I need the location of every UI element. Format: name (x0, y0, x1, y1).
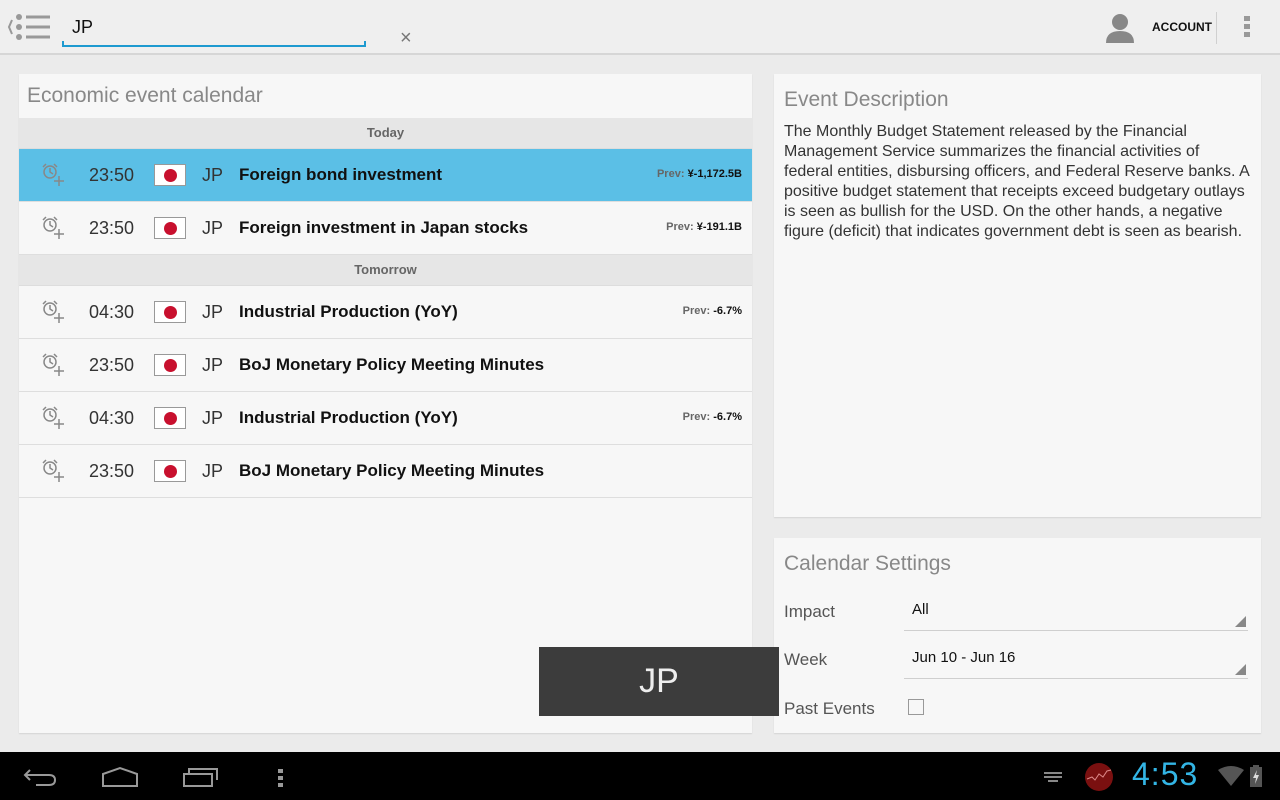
event-time: 23:50 (89, 218, 135, 238)
account-avatar-icon[interactable] (1104, 12, 1136, 44)
event-name: Foreign investment in Japan stocks (239, 218, 529, 237)
battery-charging-icon (1250, 765, 1262, 787)
prev-value: ¥-191.1B (696, 221, 742, 233)
menu-icon[interactable] (278, 769, 283, 790)
add-alarm-icon[interactable] (41, 300, 65, 329)
settings-title: Calendar Settings (784, 552, 951, 575)
prev-value: -6.7% (713, 305, 742, 317)
event-row[interactable]: 23:50 JP BoJ Monetary Policy Meeting Min… (19, 339, 752, 392)
previous-value: Prev: ¥-191.1B (666, 221, 742, 233)
prev-value: ¥-1,172.5B (687, 168, 742, 180)
event-country: JP (202, 408, 224, 428)
add-alarm-icon[interactable] (41, 406, 65, 435)
event-name: BoJ Monetary Policy Meeting Minutes (239, 355, 545, 374)
previous-value: Prev: ¥-1,172.5B (657, 168, 742, 180)
week-label: Week (784, 650, 828, 669)
event-time: 04:30 (89, 408, 135, 428)
week-spinner[interactable]: Jun 10 - Jun 16 (904, 647, 1248, 679)
event-country: JP (202, 355, 224, 375)
japan-flag-icon (154, 407, 186, 429)
app-notification-icon[interactable] (1084, 762, 1114, 792)
drawer-menu-icon[interactable] (4, 14, 50, 40)
clear-search-icon[interactable]: × (400, 28, 412, 48)
event-time: 23:50 (89, 355, 135, 375)
event-time: 23:50 (89, 461, 135, 481)
prev-value: -6.7% (713, 411, 742, 423)
impact-value: All (912, 601, 929, 618)
recent-apps-icon[interactable] (183, 768, 219, 788)
past-events-label: Past Events (784, 699, 875, 718)
clock: 4:53 (1132, 756, 1199, 792)
japan-flag-icon (154, 354, 186, 376)
add-alarm-icon[interactable] (41, 216, 65, 245)
impact-label: Impact (784, 602, 836, 621)
account-button[interactable]: ACCOUNT (1152, 20, 1212, 34)
event-country: JP (202, 461, 224, 481)
event-row[interactable]: 23:50 JP Foreign bond investment Prev: ¥… (19, 149, 752, 202)
event-country: JP (202, 165, 224, 185)
wifi-icon (1218, 766, 1244, 786)
search-input[interactable] (72, 17, 322, 38)
back-icon[interactable] (22, 767, 58, 787)
keyboard-icon[interactable] (1043, 771, 1063, 783)
event-time: 23:50 (89, 165, 135, 185)
event-country: JP (202, 218, 224, 238)
event-row[interactable]: 23:50 JP BoJ Monetary Policy Meeting Min… (19, 445, 752, 498)
event-row[interactable]: 04:30 JP Industrial Production (YoY) Pre… (19, 286, 752, 339)
section-header: Tomorrow (19, 255, 752, 286)
japan-flag-icon (154, 164, 186, 186)
system-nav-bar: 4:53 (0, 752, 1280, 800)
event-name: Foreign bond investment (239, 165, 443, 184)
week-value: Jun 10 - Jun 16 (912, 649, 1016, 666)
home-icon[interactable] (101, 766, 139, 788)
event-row[interactable]: 23:50 JP Foreign investment in Japan sto… (19, 202, 752, 255)
prev-label: Prev: (666, 221, 694, 233)
event-name: Industrial Production (YoY) (239, 302, 458, 321)
search-field[interactable]: × (62, 12, 412, 48)
calendar-panel: Economic event calendar Today 23:50 JP F… (19, 74, 752, 733)
divider (1216, 12, 1217, 44)
previous-value: Prev: -6.7% (683, 305, 742, 317)
impact-spinner[interactable]: All (904, 599, 1248, 631)
dropdown-arrow-icon (1235, 664, 1246, 675)
description-text: The Monthly Budget Statement released by… (784, 123, 1249, 240)
prev-label: Prev: (682, 305, 711, 317)
add-alarm-icon[interactable] (41, 459, 65, 488)
toast: JP (539, 647, 779, 716)
event-time: 04:30 (89, 302, 135, 322)
prev-label: Prev: (656, 168, 685, 180)
calendar-settings-panel: Calendar Settings Impact All Week Jun 10… (774, 538, 1261, 733)
japan-flag-icon (154, 460, 186, 482)
section-header: Today (19, 118, 752, 149)
event-row[interactable]: 04:30 JP Industrial Production (YoY) Pre… (19, 392, 752, 445)
dropdown-arrow-icon (1235, 616, 1246, 627)
past-events-checkbox[interactable] (908, 699, 924, 715)
event-name: BoJ Monetary Policy Meeting Minutes (239, 461, 545, 480)
japan-flag-icon (154, 301, 186, 323)
event-description-panel: Event Description The Monthly Budget Sta… (774, 74, 1261, 517)
action-bar: × ACCOUNT (0, 0, 1280, 55)
add-alarm-icon[interactable] (41, 353, 65, 382)
prev-label: Prev: (682, 411, 711, 423)
add-alarm-icon[interactable] (41, 163, 65, 192)
event-list[interactable]: Today 23:50 JP Foreign bond investment P… (19, 118, 752, 498)
event-name: Industrial Production (YoY) (239, 408, 458, 427)
previous-value: Prev: -6.7% (683, 411, 742, 423)
event-country: JP (202, 302, 224, 322)
description-title: Event Description (784, 88, 949, 111)
calendar-title: Economic event calendar (27, 84, 263, 107)
japan-flag-icon (154, 217, 186, 239)
overflow-menu-icon[interactable] (1244, 16, 1250, 40)
